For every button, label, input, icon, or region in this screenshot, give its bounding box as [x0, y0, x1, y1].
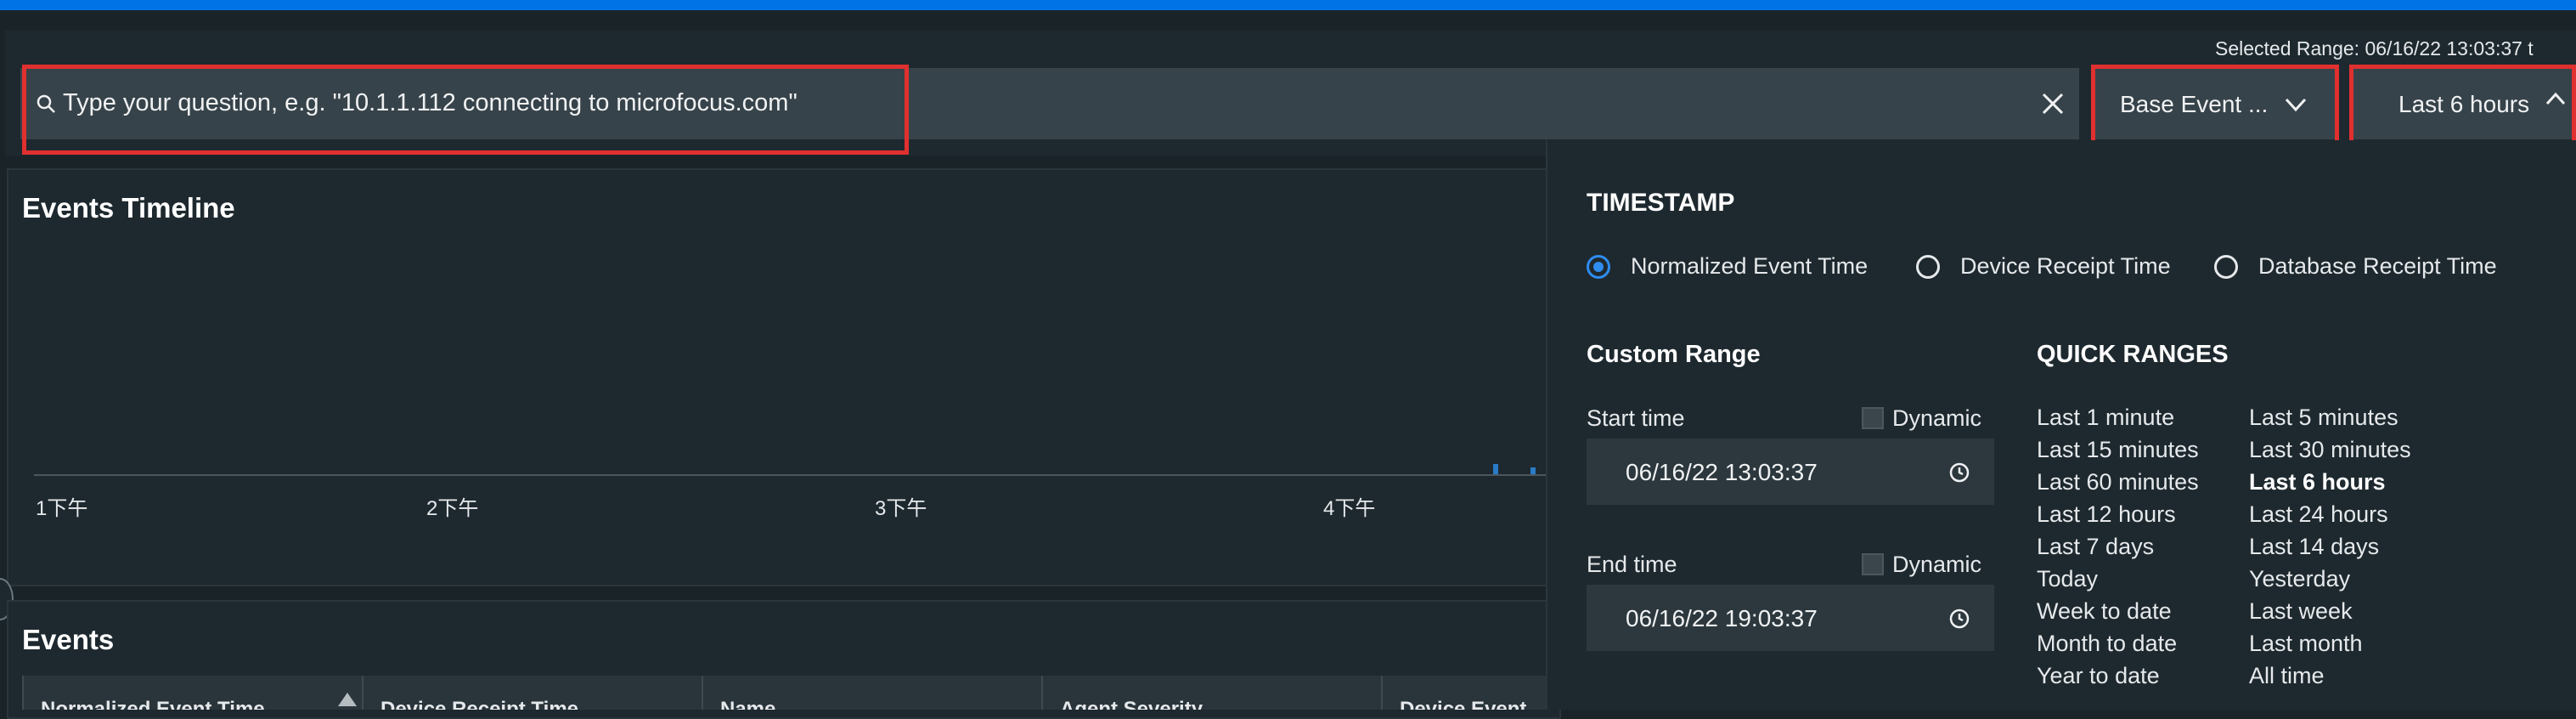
search-input[interactable]: Type your question, e.g. "10.1.1.112 con…: [20, 68, 2079, 139]
quick-range-item[interactable]: Last 1 minute: [2037, 405, 2174, 431]
search-icon: [37, 94, 55, 113]
column-header-agent-severity[interactable]: Agent Severity: [1041, 676, 1383, 710]
custom-range-heading: Custom Range: [1587, 341, 1761, 368]
app-top-bar: [0, 0, 2576, 10]
selected-range-value: 06/16/22 13:03:37 t: [2365, 37, 2534, 59]
quick-range-item-active[interactable]: Last 6 hours: [2249, 469, 2386, 495]
end-time-value: 06/16/22 19:03:37: [1626, 605, 1818, 631]
time-range-select[interactable]: Last 6 hours: [2349, 68, 2576, 139]
end-time-label: End time: [1587, 552, 1677, 577]
quick-range-item[interactable]: Last month: [2249, 631, 2363, 657]
selected-range-label: Selected Range:: [2215, 37, 2360, 59]
close-icon[interactable]: [2038, 89, 2067, 118]
timeline-bar[interactable]: [1493, 464, 1498, 474]
events-timeline-panel: [7, 168, 1561, 586]
start-dynamic-label[interactable]: Dynamic: [1892, 405, 1981, 432]
radio-device-receipt-time[interactable]: [1916, 255, 1940, 279]
quick-range-item[interactable]: Last week: [2249, 598, 2353, 625]
quick-range-item[interactable]: Week to date: [2037, 598, 2172, 625]
radio-label-normalized-event-time[interactable]: Normalized Event Time: [1631, 253, 1868, 280]
chevron-down-icon: [2285, 98, 2307, 112]
column-header-device-event[interactable]: Device Event: [1381, 676, 1561, 710]
end-dynamic-checkbox[interactable]: [1862, 553, 1884, 575]
timestamp-heading: TIMESTAMP: [1587, 189, 1735, 217]
clock-icon[interactable]: [1948, 461, 1970, 484]
timeline-bar[interactable]: [1530, 467, 1536, 474]
column-header-device-receipt-time[interactable]: Device Receipt Time: [362, 676, 703, 710]
radio-normalized-event-time[interactable]: [1587, 255, 1610, 279]
clock-icon[interactable]: [1948, 608, 1970, 630]
timeline-tick: 4下午: [1323, 497, 1376, 520]
sort-asc-icon[interactable]: [338, 693, 357, 706]
quick-range-item[interactable]: Today: [2037, 566, 2098, 592]
timeline-tick: 2下午: [426, 497, 479, 520]
timeline-tick: 1下午: [36, 497, 88, 520]
quick-range-item[interactable]: Last 5 minutes: [2249, 405, 2398, 431]
quick-range-item[interactable]: Month to date: [2037, 631, 2177, 657]
quick-range-item[interactable]: All time: [2249, 663, 2325, 689]
end-dynamic-label[interactable]: Dynamic: [1892, 552, 1981, 578]
quick-range-item[interactable]: Last 14 days: [2249, 534, 2379, 560]
start-time-label: Start time: [1587, 405, 1685, 431]
radio-label-device-receipt-time[interactable]: Device Receipt Time: [1960, 253, 2171, 280]
start-time-value: 06/16/22 13:03:37: [1626, 459, 1818, 485]
quick-range-item[interactable]: Last 24 hours: [2249, 501, 2388, 528]
column-header-name[interactable]: Name: [702, 676, 1043, 710]
events-timeline-title: Events Timeline: [22, 192, 235, 224]
quick-range-item[interactable]: Last 7 days: [2037, 534, 2154, 560]
quick-range-item[interactable]: Last 12 hours: [2037, 501, 2176, 528]
timeline-axis: [34, 474, 1546, 476]
search-placeholder: Type your question, e.g. "10.1.1.112 con…: [63, 89, 798, 116]
radio-label-database-receipt-time[interactable]: Database Receipt Time: [2258, 253, 2497, 280]
quick-ranges-heading: QUICK RANGES: [2037, 341, 2229, 368]
radio-database-receipt-time[interactable]: [2214, 255, 2238, 279]
end-time-field[interactable]: 06/16/22 19:03:37: [1587, 585, 1994, 651]
quick-range-item[interactable]: Last 30 minutes: [2249, 437, 2411, 463]
time-range-label: Last 6 hours: [2398, 91, 2530, 117]
start-time-field[interactable]: 06/16/22 13:03:37: [1587, 439, 1994, 505]
selected-range-readout: Selected Range: 06/16/22 13:03:37 t: [2215, 37, 2534, 60]
quick-range-item[interactable]: Yesterday: [2249, 566, 2350, 592]
start-dynamic-checkbox[interactable]: [1862, 407, 1884, 429]
column-header-normalized-event-time[interactable]: Normalized Event Time: [22, 676, 364, 710]
events-title: Events: [22, 624, 115, 655]
event-type-select[interactable]: Base Event ...: [2093, 68, 2336, 139]
quick-range-item[interactable]: Last 15 minutes: [2037, 437, 2199, 463]
quick-range-item[interactable]: Last 60 minutes: [2037, 469, 2199, 495]
event-type-label: Base Event ...: [2120, 91, 2269, 117]
timeline-tick: 3下午: [875, 497, 927, 520]
chevron-up-icon: [2545, 92, 2566, 105]
quick-range-item[interactable]: Year to date: [2037, 663, 2160, 689]
